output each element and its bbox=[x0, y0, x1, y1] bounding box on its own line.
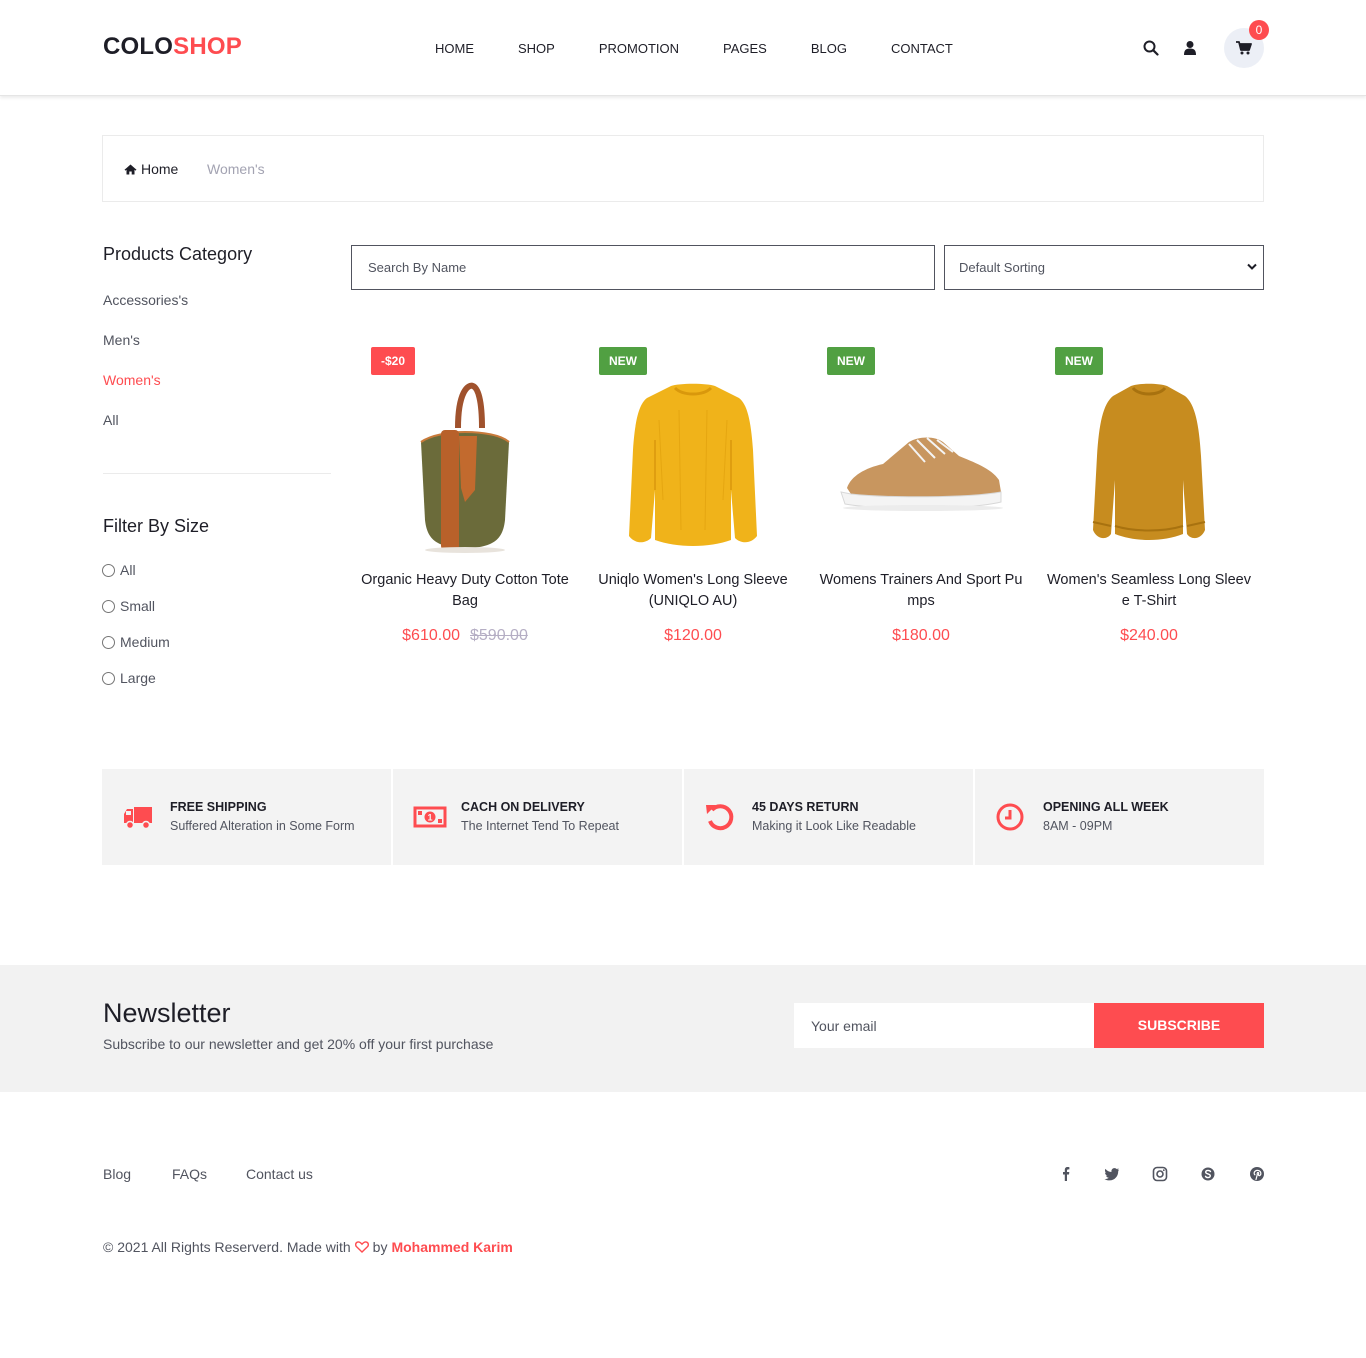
category-mens[interactable]: Men's bbox=[103, 332, 140, 348]
newsletter-email-input[interactable] bbox=[794, 1003, 1094, 1048]
clock-icon bbox=[996, 803, 1024, 831]
footer-link-faqs[interactable]: FAQs bbox=[172, 1166, 207, 1182]
benefit-subtitle: Suffered Alteration in Some Form bbox=[170, 819, 355, 833]
svg-text:1: 1 bbox=[427, 813, 432, 823]
mustard-sweater-image bbox=[1092, 383, 1206, 540]
nav-blog[interactable]: BLOG bbox=[811, 41, 847, 56]
main-nav: HOME SHOP PROMOTION PAGES BLOG CONTACT bbox=[435, 41, 997, 56]
benefit-cash-on-delivery: 1 CACH ON DELIVERY The Internet Tend To … bbox=[393, 769, 682, 865]
product-name[interactable]: Organic Heavy Duty Cotton Tote Bag bbox=[361, 570, 569, 612]
footer-link-contact[interactable]: Contact us bbox=[246, 1166, 313, 1182]
benefit-subtitle: Making it Look Like Readable bbox=[752, 819, 916, 833]
radio-button[interactable] bbox=[102, 635, 115, 649]
twitter-icon[interactable] bbox=[1104, 1166, 1120, 1182]
benefit-subtitle: 8AM - 09PM bbox=[1043, 819, 1113, 833]
product-price: $610.00 $590.00 bbox=[402, 627, 528, 644]
category-accessories[interactable]: Accessories's bbox=[103, 292, 188, 308]
product-name[interactable]: Women's Seamless Long Sleeve T-Shirt bbox=[1045, 570, 1253, 612]
footer-link-blog[interactable]: Blog bbox=[103, 1166, 131, 1182]
radio-button[interactable] bbox=[102, 671, 115, 685]
size-option-medium[interactable]: Medium bbox=[102, 634, 170, 650]
breadcrumb-current: Women's bbox=[207, 161, 265, 177]
product-price: $120.00 bbox=[664, 627, 722, 644]
benefit-subtitle: The Internet Tend To Repeat bbox=[461, 819, 619, 833]
nav-shop[interactable]: SHOP bbox=[518, 41, 555, 56]
breadcrumb-home[interactable]: Home bbox=[124, 161, 178, 177]
nav-promotion[interactable]: PROMOTION bbox=[599, 41, 679, 56]
product-card[interactable]: -$20 Organic Heavy Duty Cotton Tote Bag … bbox=[351, 330, 579, 660]
new-badge: NEW bbox=[599, 347, 647, 375]
shopping-cart-icon bbox=[1236, 41, 1252, 55]
size-option-large[interactable]: Large bbox=[102, 670, 156, 686]
copyright: © 2021 All Rights Reserverd. Made with b… bbox=[103, 1239, 513, 1255]
user-icon[interactable] bbox=[1182, 40, 1198, 56]
category-womens[interactable]: Women's bbox=[103, 372, 161, 388]
benefit-title: CACH ON DELIVERY bbox=[461, 800, 585, 814]
logo[interactable]: COLOSHOP bbox=[103, 33, 242, 61]
product-card[interactable]: NEW Women's Seamless Long Sleeve T-Shirt… bbox=[1035, 330, 1263, 660]
nav-home[interactable]: HOME bbox=[435, 41, 474, 56]
home-icon bbox=[124, 164, 137, 174]
facebook-icon[interactable] bbox=[1058, 1166, 1074, 1182]
truck-icon bbox=[124, 807, 152, 830]
breadcrumb: Home Women's bbox=[102, 135, 1264, 202]
subscribe-button[interactable]: SUBSCRIBE bbox=[1094, 1003, 1264, 1048]
pinterest-icon[interactable] bbox=[1249, 1166, 1265, 1182]
products-category-title: Products Category bbox=[103, 244, 253, 264]
product-name[interactable]: Uniqlo Women's Long Sleeve (UNIQLO AU) bbox=[589, 570, 797, 612]
product-price: $240.00 bbox=[1120, 627, 1178, 644]
heart-icon bbox=[354, 1241, 369, 1253]
new-badge: NEW bbox=[1055, 347, 1103, 375]
benefit-title: OPENING ALL WEEK bbox=[1043, 800, 1169, 814]
money-icon: 1 bbox=[413, 806, 447, 828]
benefit-title: 45 DAYS RETURN bbox=[752, 800, 859, 814]
nav-contact[interactable]: CONTACT bbox=[891, 41, 953, 56]
site-header: COLOSHOP HOME SHOP PROMOTION PAGES BLOG … bbox=[0, 0, 1366, 96]
filter-by-size-title: Filter By Size bbox=[103, 516, 210, 536]
product-card[interactable]: NEW Womens Trainers And Sport Pumps $180… bbox=[807, 330, 1035, 660]
newsletter-title: Newsletter bbox=[103, 998, 231, 1028]
radio-button[interactable] bbox=[102, 563, 115, 577]
size-option-small[interactable]: Small bbox=[102, 598, 155, 614]
category-all[interactable]: All bbox=[103, 412, 119, 428]
newsletter-section: Newsletter Subscribe to our newsletter a… bbox=[0, 965, 1366, 1092]
benefit-free-shipping: FREE SHIPPING Suffered Alteration in Som… bbox=[102, 769, 391, 865]
tan-sneaker-image bbox=[840, 437, 1003, 511]
author-link[interactable]: Mohammed Karim bbox=[391, 1239, 512, 1255]
benefit-opening-all-week: OPENING ALL WEEK 8AM - 09PM bbox=[975, 769, 1264, 865]
nav-pages[interactable]: PAGES bbox=[723, 41, 767, 56]
yellow-sweater-image bbox=[629, 383, 757, 546]
cart-count-badge: 0 bbox=[1249, 20, 1269, 40]
old-price: $590.00 bbox=[470, 627, 528, 644]
search-icon[interactable] bbox=[1143, 40, 1159, 56]
benefit-45-days-return: 45 DAYS RETURN Making it Look Like Reada… bbox=[684, 769, 973, 865]
newsletter-subtitle: Subscribe to our newsletter and get 20% … bbox=[103, 1036, 494, 1052]
sort-select[interactable]: Default Sorting bbox=[944, 245, 1264, 290]
discount-badge: -$20 bbox=[371, 347, 416, 375]
tote-bag-image bbox=[420, 382, 510, 553]
product-price: $180.00 bbox=[892, 627, 950, 644]
product-card[interactable]: NEW Uniqlo Women's Long Sleeve (UNIQLO A… bbox=[579, 330, 807, 660]
radio-button[interactable] bbox=[102, 599, 115, 613]
new-badge: NEW bbox=[827, 347, 875, 375]
sidebar-divider bbox=[103, 473, 331, 474]
instagram-icon[interactable] bbox=[1152, 1166, 1168, 1182]
benefit-title: FREE SHIPPING bbox=[170, 800, 267, 814]
search-input[interactable] bbox=[351, 245, 935, 290]
undo-icon bbox=[706, 804, 734, 831]
chevron-down-icon bbox=[1247, 263, 1257, 270]
skype-icon[interactable] bbox=[1200, 1166, 1216, 1182]
size-option-all[interactable]: All bbox=[102, 562, 136, 578]
product-name[interactable]: Womens Trainers And Sport Pumps bbox=[817, 570, 1025, 612]
